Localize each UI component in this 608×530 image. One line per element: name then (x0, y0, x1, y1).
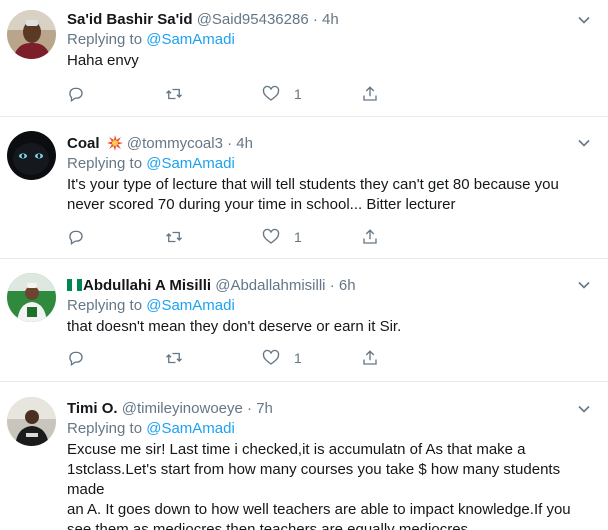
replying-to-label: Replying to (67, 420, 143, 437)
tweet-text-line: It's your type of lecture that will tell… (67, 176, 559, 193)
tweet[interactable]: Timi O. @timileyinowoeye · 7h Replying t… (0, 382, 608, 530)
replying-to: Replying to @SamAmadi (67, 154, 594, 175)
timestamp[interactable]: 6h (339, 277, 356, 294)
timestamp[interactable]: 4h (236, 135, 253, 152)
tweet[interactable]: Abdullahi A Misilli @Abdallahmisilli · 6… (0, 259, 608, 382)
tweet-header: Coal @tommycoal3 · 4h (67, 134, 594, 154)
share-icon (363, 86, 377, 101)
separator: · (227, 135, 233, 152)
display-name[interactable]: Abdullahi A Misilli (83, 277, 211, 294)
reply-icon (69, 87, 83, 103)
retweet-icon (166, 88, 182, 100)
share-icon (363, 229, 377, 244)
reply-button[interactable] (67, 227, 85, 247)
avatar[interactable] (7, 397, 56, 446)
reply-icon (69, 230, 83, 246)
mention-link[interactable]: @SamAmadi (146, 31, 235, 48)
timestamp[interactable]: 7h (256, 400, 273, 417)
separator: · (247, 400, 253, 417)
tweet-header: Abdullahi A Misilli @Abdallahmisilli · 6… (67, 276, 594, 296)
display-name[interactable]: Timi O. (67, 400, 118, 417)
like-button[interactable]: 1 (262, 348, 302, 368)
heart-icon (262, 349, 280, 365)
avatar[interactable] (7, 273, 56, 322)
like-count: 1 (294, 86, 302, 102)
tweet-header: Timi O. @timileyinowoeye · 7h (67, 399, 594, 419)
tweet-text: Excuse me sir! Last time i checked,it is… (67, 440, 594, 530)
replying-to: Replying to @SamAmadi (67, 419, 594, 440)
replying-to: Replying to @SamAmadi (67, 296, 594, 317)
replying-to-label: Replying to (67, 297, 143, 314)
user-handle[interactable]: @tommycoal3 (127, 135, 223, 152)
tweet[interactable]: Sa'id Bashir Sa'id @Said95436286 · 4h Re… (0, 0, 608, 117)
reply-icon (69, 351, 83, 367)
tweet-text: that doesn't mean they don't deserve or … (67, 317, 594, 337)
avatar[interactable] (7, 10, 56, 59)
reply-button[interactable] (67, 84, 85, 104)
retweet-button[interactable] (164, 348, 184, 368)
share-button[interactable] (361, 227, 379, 247)
chevron-down-icon[interactable] (576, 12, 592, 28)
display-name[interactable]: Sa'id Bashir Sa'id (67, 11, 193, 28)
replying-to: Replying to @SamAmadi (67, 30, 594, 51)
like-count: 1 (294, 350, 302, 366)
explosion-emoji (106, 135, 123, 151)
chevron-down-icon[interactable] (576, 135, 592, 151)
heart-icon (262, 85, 280, 101)
user-handle[interactable]: @timileyinowoeye (122, 400, 243, 417)
tweet-text: Haha envy (67, 51, 594, 71)
user-handle[interactable]: @Abdallahmisilli (215, 277, 325, 294)
retweet-button[interactable] (164, 84, 184, 104)
share-button[interactable] (361, 348, 379, 368)
tweet-actions: 1 (67, 348, 397, 368)
tweet-header: Sa'id Bashir Sa'id @Said95436286 · 4h (67, 10, 594, 30)
mention-link[interactable]: @SamAmadi (146, 155, 235, 172)
tweet-text-line: Haha envy (67, 52, 139, 69)
tweet-text-line: never scored 70 during your time in scho… (67, 196, 456, 213)
tweet-text-line: an A. It goes down to how well teachers … (67, 501, 571, 518)
avatar[interactable] (7, 131, 56, 180)
share-icon (363, 350, 377, 365)
retweet-icon (166, 352, 182, 364)
share-button[interactable] (361, 84, 379, 104)
separator: · (312, 11, 318, 28)
replying-to-label: Replying to (67, 31, 143, 48)
replying-to-label: Replying to (67, 155, 143, 172)
retweet-icon (166, 231, 182, 243)
tweet-text-line: that doesn't mean they don't deserve or … (67, 318, 402, 335)
display-name[interactable]: Coal (67, 135, 100, 152)
retweet-button[interactable] (164, 227, 184, 247)
like-button[interactable]: 1 (262, 84, 302, 104)
nigeria-flag-emoji (67, 279, 82, 291)
reply-feed: Sa'id Bashir Sa'id @Said95436286 · 4h Re… (0, 0, 608, 530)
like-count: 1 (294, 229, 302, 245)
like-button[interactable]: 1 (262, 227, 302, 247)
mention-link[interactable]: @SamAmadi (146, 420, 235, 437)
reply-button[interactable] (67, 348, 85, 368)
tweet-actions: 1 (67, 84, 397, 104)
tweet-text: It's your type of lecture that will tell… (67, 175, 594, 215)
user-handle[interactable]: @Said95436286 (197, 11, 309, 28)
mention-link[interactable]: @SamAmadi (146, 297, 235, 314)
timestamp[interactable]: 4h (322, 11, 339, 28)
separator: · (329, 277, 335, 294)
tweet-text-line: 1stclass.Let's start from how many cours… (67, 461, 561, 498)
chevron-down-icon[interactable] (576, 277, 592, 293)
tweet-actions: 1 (67, 227, 397, 247)
tweet-text-line: Excuse me sir! Last time i checked,it is… (67, 441, 526, 458)
chevron-down-icon[interactable] (576, 401, 592, 417)
tweet[interactable]: Coal @tommycoal3 · 4h Replying to @SamAm… (0, 117, 608, 259)
tweet-text-line: see them as mediocres,then teachers are … (67, 521, 469, 530)
heart-icon (262, 228, 280, 244)
